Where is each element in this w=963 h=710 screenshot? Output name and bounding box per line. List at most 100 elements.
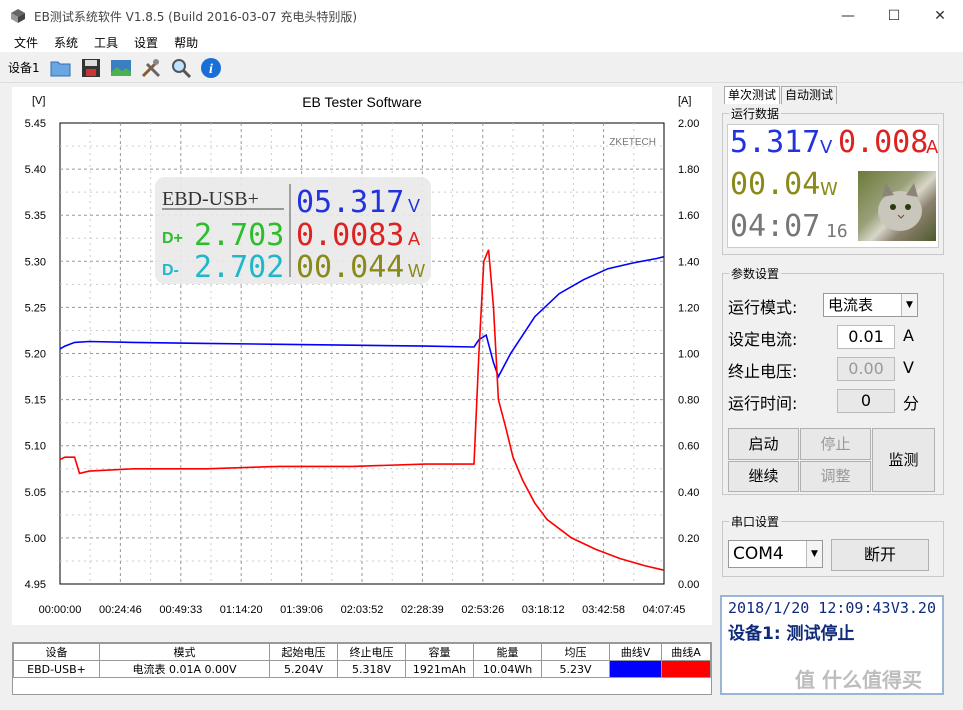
y-tick-left: 5.05 xyxy=(25,487,46,499)
overlay-dplus-label: D+ xyxy=(162,230,183,247)
device-label[interactable]: 设备1 xyxy=(8,59,40,76)
chevron-down-icon[interactable]: ▼ xyxy=(806,541,822,567)
run-power: 00.04 xyxy=(730,167,821,202)
overlay-power-unit: W xyxy=(408,261,425,281)
x-tick: 01:39:06 xyxy=(280,604,323,616)
search-icon[interactable] xyxy=(168,55,194,81)
menu-settings[interactable]: 设置 xyxy=(134,34,158,51)
mode-select[interactable]: 电流表 ▼ xyxy=(823,293,918,317)
svg-text:i: i xyxy=(209,62,213,77)
stopv-label: 终止电压: xyxy=(728,362,798,381)
y-tick-right: 0.20 xyxy=(678,533,699,545)
run-time-seconds: 16 xyxy=(826,221,848,242)
time-unit: 分 xyxy=(903,394,920,413)
curve-v-swatch[interactable] xyxy=(609,660,662,678)
save-icon[interactable] xyxy=(78,55,104,81)
overlay-dminus: 2.702 xyxy=(194,250,284,285)
port-value: COM4 xyxy=(733,544,784,564)
continue-button[interactable]: 继续 xyxy=(728,461,799,492)
col-end-v: 终止电压 xyxy=(337,643,406,661)
y-tick-right: 0.60 xyxy=(678,441,699,453)
x-tick: 02:28:39 xyxy=(401,604,444,616)
title-bar: EB测试系统软件 V1.8.5 (Build 2016-03-07 充电头特别版… xyxy=(0,0,963,32)
start-button[interactable]: 启动 xyxy=(728,428,799,460)
disconnect-button[interactable]: 断开 xyxy=(831,539,929,571)
menu-tools[interactable]: 工具 xyxy=(94,34,118,51)
info-icon[interactable]: i xyxy=(198,55,224,81)
overlay-dminus-label: D- xyxy=(162,262,179,279)
curve-a-swatch[interactable] xyxy=(661,660,711,678)
run-voltage-unit: V xyxy=(820,137,833,158)
y-tick-right: 1.60 xyxy=(678,210,699,222)
col-mode: 模式 xyxy=(99,643,270,661)
minimize-button[interactable]: — xyxy=(825,0,871,32)
x-tick: 00:49:33 xyxy=(159,604,202,616)
y-tick-right: 1.40 xyxy=(678,256,699,268)
cell-end-v: 5.318V xyxy=(337,660,406,678)
cell-avg-v: 5.23V xyxy=(541,660,610,678)
y-axis-left-unit: [V] xyxy=(32,95,45,107)
current-input[interactable]: 0.01 xyxy=(837,325,895,349)
maximize-button[interactable]: ☐ xyxy=(871,0,917,32)
y-tick-right: 1.80 xyxy=(678,164,699,176)
cell-start-v: 5.204V xyxy=(269,660,338,678)
table-row[interactable]: EBD-USB+ 电流表 0.01A 0.00V 5.204V 5.318V 1… xyxy=(13,660,711,678)
tools-icon[interactable] xyxy=(138,55,164,81)
x-tick: 02:03:52 xyxy=(341,604,384,616)
window-title: EB测试系统软件 V1.8.5 (Build 2016-03-07 充电头特别版… xyxy=(34,9,358,24)
menu-file[interactable]: 文件 xyxy=(14,34,38,51)
x-tick: 03:42:58 xyxy=(582,604,625,616)
stopv-input[interactable]: 0.00 xyxy=(837,357,895,381)
time-label: 运行时间: xyxy=(728,394,798,413)
y-tick-left: 5.30 xyxy=(25,256,46,268)
overlay-voltage: 05.317 xyxy=(296,185,404,220)
run-current: 0.008 xyxy=(838,125,929,160)
chart-title: EB Tester Software xyxy=(302,94,422,110)
table-header: 设备 模式 起始电压 终止电压 容量 能量 均压 曲线V 曲线A xyxy=(13,643,711,661)
toolbar: 设备1 i xyxy=(0,53,963,83)
image-icon[interactable] xyxy=(108,55,134,81)
summary-table: 设备 模式 起始电压 终止电压 容量 能量 均压 曲线V 曲线A EBD-USB… xyxy=(12,642,712,695)
chevron-down-icon[interactable]: ▼ xyxy=(901,294,917,316)
run-time: 04:07 xyxy=(730,209,821,244)
params-title: 参数设置 xyxy=(729,265,782,282)
chart: EB Tester Software [V] [A] 5.45 2.00 5.40 1… xyxy=(25,94,700,616)
y-tick-left: 5.45 xyxy=(25,118,46,130)
monitor-button[interactable]: 监测 xyxy=(872,428,935,492)
y-tick-right: 0.80 xyxy=(678,395,699,407)
menu-bar: 文件 系统 工具 设置 帮助 xyxy=(0,32,963,52)
lcd-overlay: EBD-USB+ D+ 2.703 D- 2.702 05.317 V 0.00… xyxy=(155,177,431,285)
y-tick-left: 5.15 xyxy=(25,395,46,407)
tab-single-test[interactable]: 单次测试 xyxy=(724,86,781,104)
y-tick-left: 5.20 xyxy=(25,349,46,361)
cell-energy: 10.04Wh xyxy=(473,660,542,678)
tab-bar: 单次测试 自动测试 xyxy=(724,86,838,104)
params-group: 参数设置 运行模式: 电流表 ▼ 设定电流: 0.01 A 终止电压: 0.00… xyxy=(722,265,944,495)
menu-system[interactable]: 系统 xyxy=(54,34,78,51)
mode-value: 电流表 xyxy=(828,296,874,314)
y-tick-left: 5.40 xyxy=(25,164,46,176)
status-version: V3.20 xyxy=(890,599,936,617)
y-tick-right: 1.20 xyxy=(678,302,699,314)
col-energy: 能量 xyxy=(473,643,542,661)
cell-mode: 电流表 0.01A 0.00V xyxy=(99,660,270,678)
col-start-v: 起始电压 xyxy=(269,643,338,661)
overlay-dplus: 2.703 xyxy=(194,218,284,253)
y-tick-right: 1.00 xyxy=(678,349,699,361)
close-button[interactable]: ✕ xyxy=(917,0,963,32)
app-icon xyxy=(11,9,25,23)
port-select[interactable]: COM4 ▼ xyxy=(728,540,823,568)
time-input[interactable]: 0 xyxy=(837,389,895,413)
current-label: 设定电流: xyxy=(728,330,798,349)
adjust-button[interactable]: 调整 xyxy=(800,461,871,492)
folder-icon[interactable] xyxy=(48,55,74,81)
y-tick-right: 0.40 xyxy=(678,487,699,499)
status-datetime: 2018/1/20 12:09:43 xyxy=(728,599,891,617)
tab-auto-test[interactable]: 自动测试 xyxy=(781,86,838,104)
x-tick: 00:00:00 xyxy=(39,604,82,616)
run-data-display: 5.317 V 0.008 A 00.04 W 04:07 16 xyxy=(727,124,939,248)
x-tick: 04:07:45 xyxy=(643,604,686,616)
menu-help[interactable]: 帮助 xyxy=(174,34,198,51)
stop-button[interactable]: 停止 xyxy=(800,428,871,460)
run-power-unit: W xyxy=(820,179,838,200)
